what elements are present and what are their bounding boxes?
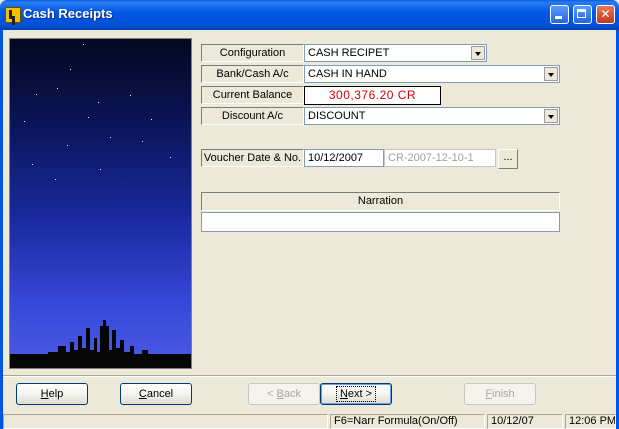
bank-cash-label: Bank/Cash A/c: [201, 65, 304, 83]
configuration-value: CASH RECIPET: [308, 47, 390, 59]
voucher-label: Voucher Date & No.: [201, 149, 304, 167]
voucher-number-field: CR-2007-12-10-1: [384, 149, 496, 167]
narration-header: Narration: [201, 192, 560, 211]
minimize-button[interactable]: [550, 5, 569, 24]
window-title: Cash Receipts: [23, 6, 113, 21]
app-icon[interactable]: [5, 7, 21, 23]
status-hint: F6=Narr Formula(On/Off): [330, 414, 485, 429]
finish-button[interactable]: Finish: [464, 383, 536, 405]
status-panel-empty: [3, 414, 328, 429]
back-button[interactable]: < Back: [248, 383, 320, 405]
configuration-label: Configuration: [201, 44, 304, 62]
cancel-button[interactable]: Cancel: [120, 383, 192, 405]
maximize-button[interactable]: [573, 5, 592, 24]
button-separator: [3, 375, 616, 377]
discount-value: DISCOUNT: [308, 110, 366, 122]
close-button[interactable]: ✕: [596, 5, 615, 24]
current-balance-value: 300,376.20 CR: [304, 86, 441, 105]
status-time: 12:06 PM: [565, 414, 616, 429]
status-bar: F6=Narr Formula(On/Off) 10/12/07 12:06 P…: [3, 412, 616, 429]
help-button[interactable]: Help: [16, 383, 88, 405]
next-button[interactable]: Next >: [320, 383, 392, 405]
current-balance-label: Current Balance: [201, 86, 304, 104]
configuration-dropdown-arrow-icon[interactable]: [471, 46, 485, 60]
discount-label: Discount A/c: [201, 107, 304, 125]
narration-input[interactable]: [201, 212, 560, 232]
configuration-combo[interactable]: CASH RECIPET: [304, 44, 487, 62]
bank-cash-combo[interactable]: CASH IN HAND: [304, 65, 560, 83]
city-skyline: [10, 320, 191, 368]
discount-dropdown-arrow-icon[interactable]: [544, 109, 558, 123]
bank-cash-value: CASH IN HAND: [308, 68, 387, 80]
status-date: 10/12/07: [487, 414, 563, 429]
title-bar[interactable]: Cash Receipts ✕: [0, 0, 619, 30]
bank-cash-dropdown-arrow-icon[interactable]: [544, 67, 558, 81]
voucher-browse-button[interactable]: ...: [498, 149, 518, 169]
wizard-city-image: [9, 38, 192, 369]
discount-combo[interactable]: DISCOUNT: [304, 107, 560, 125]
voucher-date-field[interactable]: 10/12/2007: [304, 149, 384, 167]
